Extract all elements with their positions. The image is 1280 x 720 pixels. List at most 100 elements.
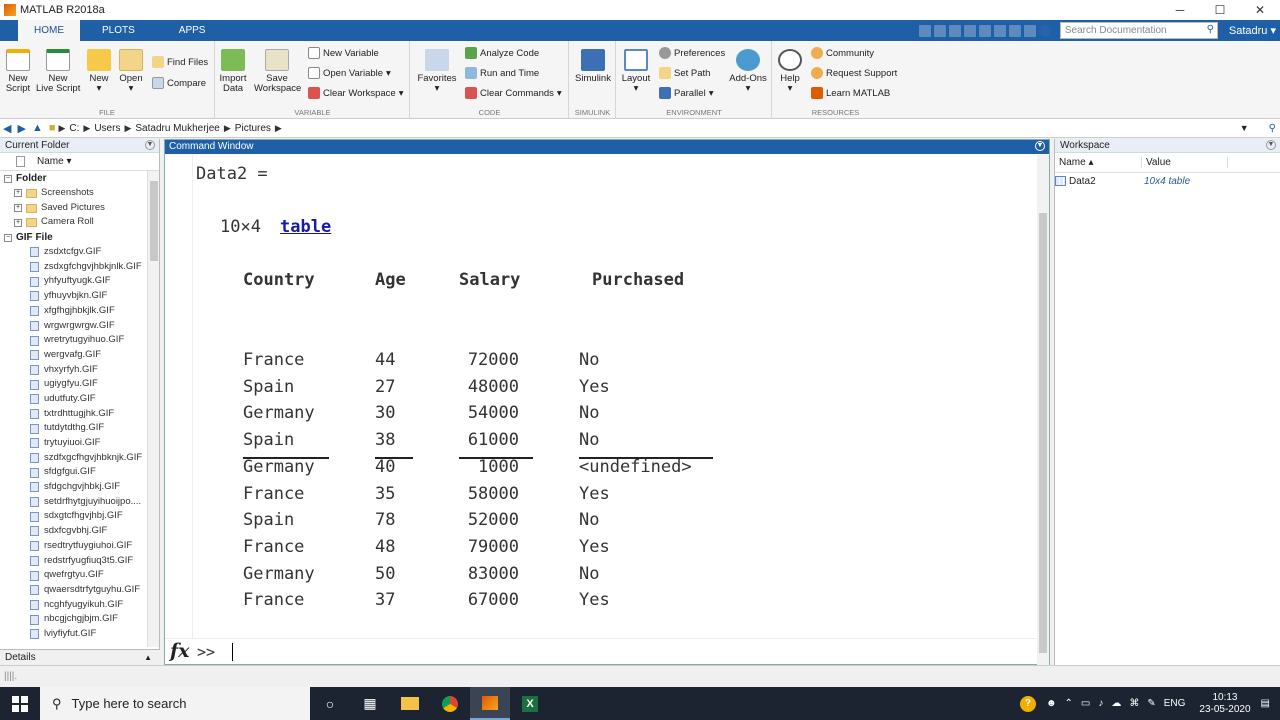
breadcrumb-pictures[interactable]: Pictures — [235, 123, 271, 134]
help-button[interactable]: Help ▾ — [777, 49, 803, 94]
scroll-thumb[interactable] — [150, 181, 158, 261]
breadcrumb-users[interactable]: Users — [94, 123, 120, 134]
breadcrumb-user[interactable]: Satadru Mukherjee — [135, 123, 220, 134]
file-item[interactable]: sdxfcgvbhj.GIF — [0, 524, 159, 539]
file-item[interactable]: sfdgchgvjhbkj.GIF — [0, 480, 159, 495]
redo-icon[interactable] — [993, 24, 1006, 37]
copy-icon[interactable] — [948, 24, 961, 37]
folder-item[interactable]: + Saved Pictures — [0, 201, 159, 216]
file-item[interactable]: redstrfyugfiuq3t5.GIF — [0, 554, 159, 569]
set-path-button[interactable]: Set Path — [659, 67, 710, 79]
parallel-button[interactable]: Parallel ▾ — [659, 87, 713, 99]
file-item[interactable]: wergvafg.GIF — [0, 348, 159, 363]
save-workspace-button[interactable]: Save Workspace — [254, 49, 301, 94]
language-indicator[interactable]: ENG — [1164, 698, 1186, 709]
gif-section-header[interactable]: − GIF File — [0, 230, 159, 245]
file-item[interactable]: zsdxtcfgv.GIF — [0, 245, 159, 260]
search-icon[interactable]: ⚲ — [1207, 24, 1214, 35]
chevron-up-icon[interactable]: ▲ — [144, 650, 152, 666]
file-item[interactable]: sdxgtcfhgvjhbj.GIF — [0, 509, 159, 524]
file-item[interactable]: nbcgjchgjbjm.GIF — [0, 612, 159, 627]
help-icon[interactable] — [1038, 24, 1051, 37]
taskbar-search-input[interactable]: ⚲ Type here to search — [40, 687, 310, 720]
people-icon[interactable]: ☻ — [1046, 698, 1057, 709]
file-item[interactable]: lviyfiyfut.GIF — [0, 627, 159, 642]
task-view-icon[interactable]: ▦ — [350, 687, 390, 720]
search-documentation-input[interactable]: Search Documentation ⚲ — [1059, 22, 1218, 39]
folder-scrollbar[interactable] — [147, 171, 159, 647]
file-item[interactable]: txtrdhttugjhk.GIF — [0, 407, 159, 422]
folder-item[interactable]: + Screenshots — [0, 186, 159, 201]
panel-actions-icon[interactable]: ▼ — [1266, 140, 1276, 150]
close-button[interactable]: ✕ — [1240, 0, 1280, 20]
community-button[interactable]: Community — [811, 47, 874, 59]
analyze-code-button[interactable]: Analyze Code — [465, 47, 539, 59]
layout-button[interactable]: Layout ▾ — [621, 49, 651, 94]
file-item[interactable]: xfgfhgjhbkjlk.GIF — [0, 304, 159, 319]
file-item[interactable]: yfhuyvbjkn.GIF — [0, 289, 159, 304]
folder-item[interactable]: + Camera Roll — [0, 215, 159, 230]
cortana-icon[interactable]: ○ — [310, 687, 350, 720]
new-variable-button[interactable]: New Variable — [308, 47, 379, 59]
request-support-button[interactable]: Request Support — [811, 67, 897, 79]
excel-icon[interactable]: X — [510, 687, 550, 720]
new-live-script-button[interactable]: New Live Script — [36, 49, 80, 94]
file-item[interactable]: ugiygfyu.GIF — [0, 377, 159, 392]
folder-section-header[interactable]: − Folder — [0, 171, 159, 186]
file-item[interactable]: tutdytdthg.GIF — [0, 421, 159, 436]
cloud-icon[interactable]: ☁ — [1111, 698, 1121, 709]
workspace-variable-row[interactable]: Data2 10x4 table — [1055, 173, 1280, 189]
switch-windows-icon[interactable] — [1008, 24, 1021, 37]
clear-workspace-button[interactable]: Clear Workspace ▾ — [308, 87, 403, 99]
command-window-scrollbar[interactable] — [1037, 155, 1049, 665]
matlab-taskbar-icon[interactable] — [470, 687, 510, 720]
pen-icon[interactable]: ✎ — [1147, 698, 1155, 709]
start-button[interactable] — [0, 687, 40, 720]
run-and-time-button[interactable]: Run and Time — [465, 67, 539, 79]
clear-commands-button[interactable]: Clear Commands ▾ — [465, 87, 562, 99]
breadcrumb-drive[interactable]: C: — [69, 123, 79, 134]
new-button[interactable]: New ▾ — [86, 49, 112, 94]
open-button[interactable]: Open ▾ — [118, 49, 144, 94]
file-item[interactable]: sfdgfgui.GIF — [0, 465, 159, 480]
battery-icon[interactable]: ▭ — [1081, 698, 1090, 709]
tab-home[interactable]: HOME — [18, 20, 80, 41]
command-window[interactable]: Command Window ▼ Data2 = 10×4 table Coun… — [164, 139, 1050, 665]
open-variable-button[interactable]: Open Variable ▾ — [308, 67, 391, 79]
clock[interactable]: 10:13 23-05-2020 — [1199, 692, 1250, 716]
name-column-header[interactable]: Name ▾ — [37, 156, 71, 167]
tab-apps[interactable]: APPS — [157, 20, 228, 41]
scroll-thumb[interactable] — [1039, 213, 1047, 653]
compare-button[interactable]: Compare — [152, 77, 206, 89]
file-item[interactable]: vhxyrfyh.GIF — [0, 363, 159, 378]
customize-icon[interactable] — [1023, 24, 1036, 37]
new-script-button[interactable]: New Script — [4, 49, 32, 94]
volume-icon[interactable]: ♪ — [1098, 698, 1103, 709]
forward-arrow-icon[interactable]: ▶ — [17, 122, 25, 135]
file-item[interactable]: setdrfhytgjuyihuoijpo.... — [0, 495, 159, 510]
import-data-button[interactable]: Import Data — [218, 49, 248, 94]
workspace-name-column[interactable]: Name ▴ — [1055, 157, 1142, 168]
expand-icon[interactable]: + — [14, 204, 22, 213]
save-icon[interactable] — [918, 24, 931, 37]
collapse-icon[interactable]: − — [4, 233, 12, 242]
learn-matlab-button[interactable]: Learn MATLAB — [811, 87, 890, 99]
command-prompt-line[interactable]: fx >> — [165, 638, 1037, 664]
address-dropdown-icon[interactable]: ▼ — [1240, 123, 1249, 133]
paste-icon[interactable] — [963, 24, 976, 37]
add-ons-button[interactable]: Add-Ons ▾ — [729, 49, 767, 94]
tab-plots[interactable]: PLOTS — [80, 20, 157, 41]
up-folder-icon[interactable]: ▲ — [32, 122, 43, 134]
browse-folder-icon[interactable]: ■ — [49, 122, 56, 134]
file-item[interactable]: trytuyiuoi.GIF — [0, 436, 159, 451]
table-class-link[interactable]: table — [280, 217, 331, 237]
expand-icon[interactable]: + — [14, 218, 22, 227]
file-item[interactable]: udutfuty.GIF — [0, 392, 159, 407]
function-browser-icon[interactable]: fx — [170, 640, 190, 662]
file-item[interactable]: qwefrgtyu.GIF — [0, 568, 159, 583]
search-folder-icon[interactable]: ⚲ — [1269, 123, 1276, 134]
minimize-button[interactable]: ─ — [1160, 0, 1200, 20]
notifications-icon[interactable]: ▤ — [1261, 698, 1270, 709]
details-panel[interactable]: Details ▲ — [0, 649, 160, 665]
maximize-button[interactable]: ☐ — [1200, 0, 1240, 20]
